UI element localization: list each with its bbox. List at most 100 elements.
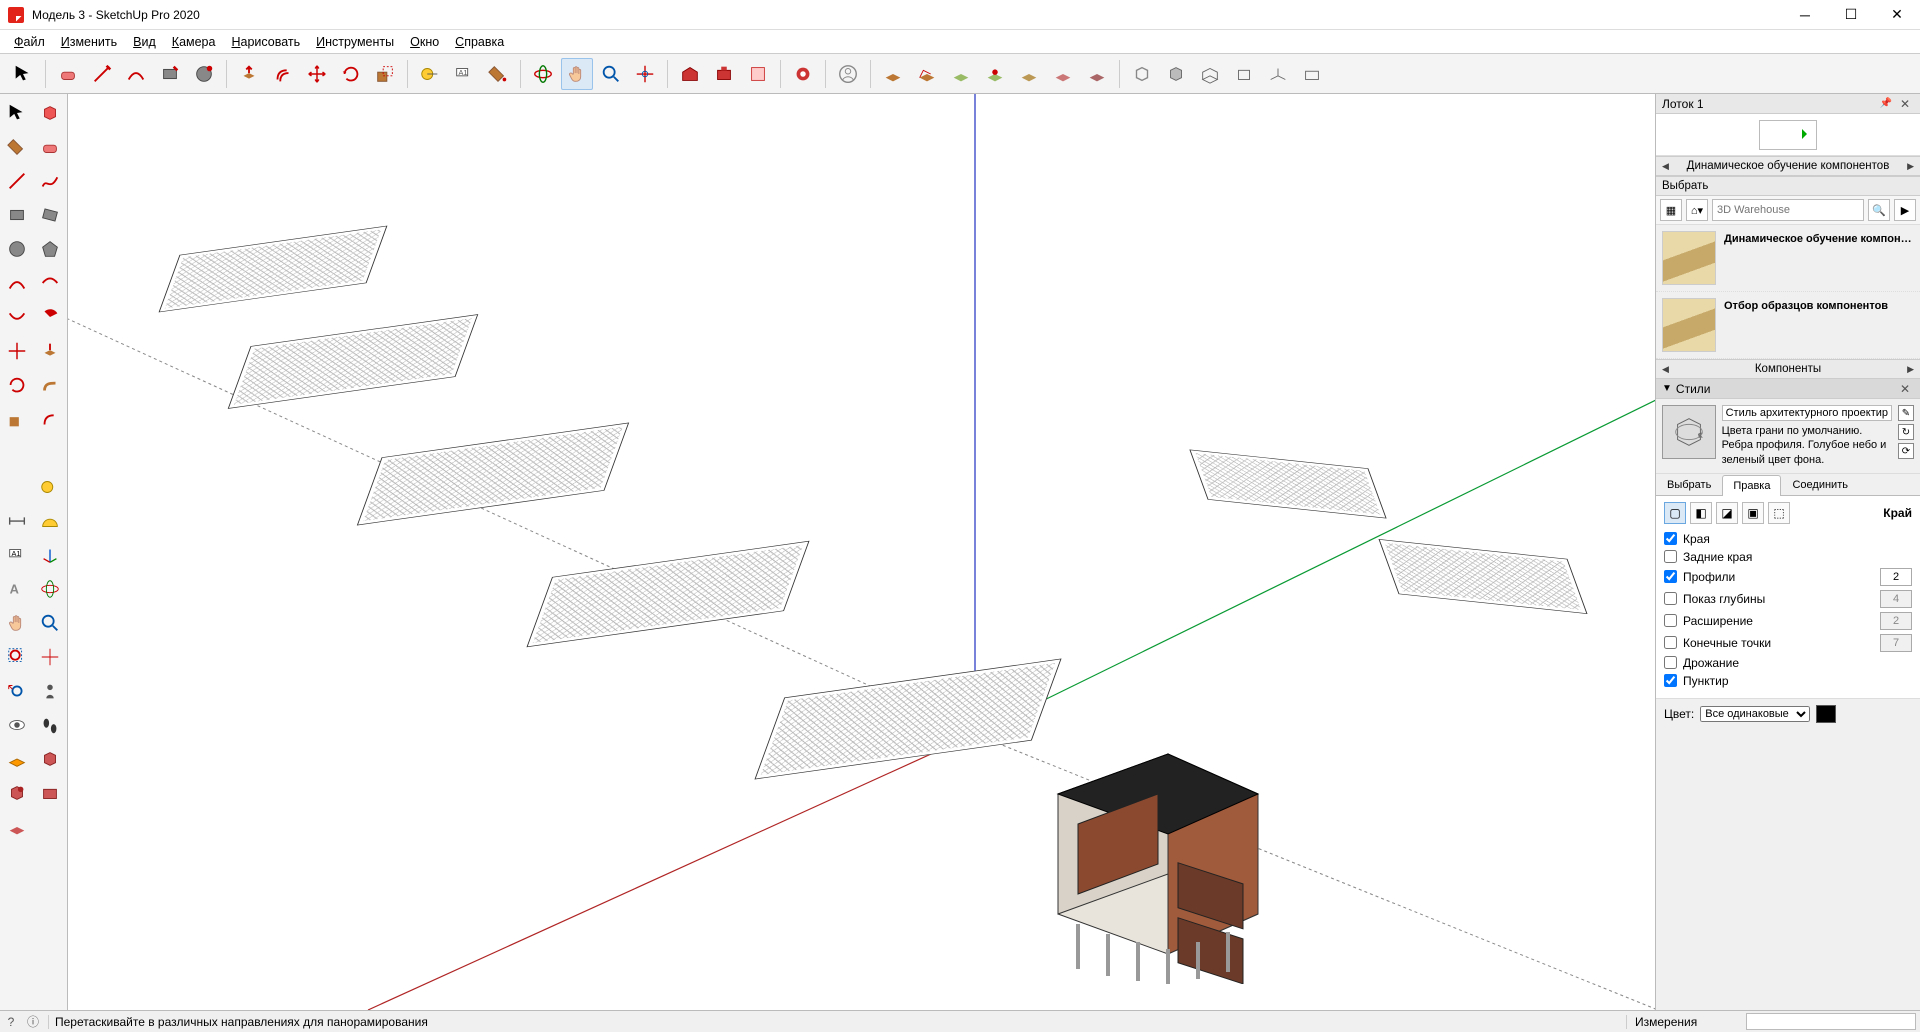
lt-rectangle-icon[interactable] xyxy=(2,200,32,230)
lt-zoomextents-icon[interactable] xyxy=(35,642,65,672)
lt-arc-icon[interactable] xyxy=(2,268,32,298)
move-tool-icon[interactable] xyxy=(301,58,333,90)
style-new-icon[interactable]: ↻ xyxy=(1898,424,1914,440)
solid-2-icon[interactable] xyxy=(1160,58,1192,90)
text-tool-icon[interactable]: A1 xyxy=(448,58,480,90)
close-button[interactable]: ✕ xyxy=(1874,0,1920,30)
menu-camera[interactable]: Камера xyxy=(164,33,224,51)
lt-orbit-icon[interactable] xyxy=(35,574,65,604)
lt-section-icon[interactable] xyxy=(2,744,32,774)
lt-protractor-icon[interactable] xyxy=(35,506,65,536)
rotate-tool-icon[interactable] xyxy=(335,58,367,90)
warehouse-icon[interactable] xyxy=(674,58,706,90)
sandbox-7-icon[interactable] xyxy=(1081,58,1113,90)
search-icon[interactable]: 🔍 xyxy=(1868,199,1890,221)
tape-measure-icon[interactable] xyxy=(414,58,446,90)
components-select-header[interactable]: Выбрать xyxy=(1656,176,1920,196)
sandbox-3-icon[interactable] xyxy=(945,58,977,90)
lt-paint-icon[interactable] xyxy=(2,132,32,162)
style-update-icon[interactable]: ✎ xyxy=(1898,405,1914,421)
solid-4-icon[interactable] xyxy=(1228,58,1260,90)
lt-solid-b-icon[interactable] xyxy=(2,778,32,808)
zoom-tool-icon[interactable] xyxy=(595,58,627,90)
nav-left-icon[interactable]: ◀ xyxy=(1662,364,1669,375)
lt-offset-icon[interactable] xyxy=(35,404,65,434)
lt-scale-icon[interactable] xyxy=(2,404,32,434)
styles-close-icon[interactable]: ✕ xyxy=(1896,382,1914,396)
info-icon[interactable]: ⓘ xyxy=(22,1013,44,1030)
menu-edit[interactable]: Изменить xyxy=(53,33,125,51)
lt-polygon-icon[interactable] xyxy=(35,234,65,264)
lt-position-camera-icon[interactable] xyxy=(35,676,65,706)
nav-forward-icon[interactable]: ▶ xyxy=(1894,199,1916,221)
help-icon[interactable]: ? xyxy=(0,1015,22,1029)
face-settings-icon[interactable]: ◧ xyxy=(1690,502,1712,524)
lt-tape-icon[interactable] xyxy=(35,472,65,502)
lt-zoom-icon[interactable] xyxy=(35,608,65,638)
menu-file[interactable]: Файл xyxy=(6,33,53,51)
jitter-checkbox[interactable] xyxy=(1664,656,1677,669)
line-tool-icon[interactable] xyxy=(86,58,118,90)
menu-help[interactable]: Справка xyxy=(447,33,512,51)
solid-6-icon[interactable] xyxy=(1296,58,1328,90)
lt-3dtext-icon[interactable]: A xyxy=(2,574,32,604)
background-settings-icon[interactable]: ◪ xyxy=(1716,502,1738,524)
lt-dimension-icon[interactable] xyxy=(2,506,32,536)
minimize-button[interactable]: ─ xyxy=(1782,0,1828,30)
lt-freehand-icon[interactable] xyxy=(35,166,65,196)
lt-eraser-icon[interactable] xyxy=(35,132,65,162)
circle-tool-icon[interactable] xyxy=(188,58,220,90)
tab-combine[interactable]: Соединить xyxy=(1781,474,1859,495)
menu-window[interactable]: Окно xyxy=(402,33,447,51)
tray-close-icon[interactable]: ✕ xyxy=(1896,97,1914,111)
maximize-button[interactable]: ☐ xyxy=(1828,0,1874,30)
rectangle-tool-icon[interactable] xyxy=(154,58,186,90)
lt-pushpull-icon[interactable] xyxy=(35,336,65,366)
sandbox-4-icon[interactable] xyxy=(979,58,1011,90)
sandbox-6-icon[interactable] xyxy=(1047,58,1079,90)
component-item[interactable]: Динамическое обучение компоне… xyxy=(1656,225,1920,292)
extension-checkbox[interactable] xyxy=(1664,614,1677,627)
profiles-checkbox[interactable] xyxy=(1664,570,1677,583)
extension-warehouse-icon[interactable] xyxy=(708,58,740,90)
select-tool-icon[interactable] xyxy=(7,58,39,90)
edge-settings-icon[interactable]: ▢ xyxy=(1664,502,1686,524)
lt-circle-icon[interactable] xyxy=(2,234,32,264)
lt-lookaround-icon[interactable] xyxy=(2,710,32,740)
lt-pie-icon[interactable] xyxy=(35,302,65,332)
layout-icon[interactable] xyxy=(742,58,774,90)
user-icon[interactable] xyxy=(832,58,864,90)
lt-pan-icon[interactable] xyxy=(2,608,32,638)
lt-3ptarc-icon[interactable] xyxy=(2,302,32,332)
lt-makecomponent-icon[interactable] xyxy=(35,98,65,128)
paint-bucket-icon[interactable] xyxy=(482,58,514,90)
arc-tool-icon[interactable] xyxy=(120,58,152,90)
sandbox-1-icon[interactable] xyxy=(877,58,909,90)
lt-previous-icon[interactable] xyxy=(2,676,32,706)
modeling-settings-icon[interactable]: ⬚ xyxy=(1768,502,1790,524)
lt-select-icon[interactable] xyxy=(2,98,32,128)
lt-solid-a-icon[interactable] xyxy=(35,744,65,774)
instructor-header[interactable]: ◀ Динамическое обучение компонентов ▶ xyxy=(1656,156,1920,176)
solid-3-icon[interactable] xyxy=(1194,58,1226,90)
depthcue-checkbox[interactable] xyxy=(1664,592,1677,605)
dashes-checkbox[interactable] xyxy=(1664,674,1677,687)
lt-walk-icon[interactable] xyxy=(35,710,65,740)
model-viewport[interactable] xyxy=(68,94,1655,1010)
lt-solid-c-icon[interactable] xyxy=(35,778,65,808)
pan-tool-icon[interactable] xyxy=(561,58,593,90)
offset-tool-icon[interactable] xyxy=(267,58,299,90)
lt-move-icon[interactable] xyxy=(2,336,32,366)
style-refresh-icon[interactable]: ⟳ xyxy=(1898,443,1914,459)
zoom-extents-icon[interactable] xyxy=(629,58,661,90)
watermark-settings-icon[interactable]: ▣ xyxy=(1742,502,1764,524)
scale-tool-icon[interactable] xyxy=(369,58,401,90)
solid-5-icon[interactable] xyxy=(1262,58,1294,90)
lt-text-icon[interactable]: A1 xyxy=(2,540,32,570)
orbit-tool-icon[interactable] xyxy=(527,58,559,90)
nav-right-icon[interactable]: ▶ xyxy=(1907,364,1914,375)
sandbox-5-icon[interactable] xyxy=(1013,58,1045,90)
pushpull-tool-icon[interactable] xyxy=(233,58,265,90)
menu-tools[interactable]: Инструменты xyxy=(308,33,402,51)
edge-color-swatch[interactable] xyxy=(1816,705,1836,723)
